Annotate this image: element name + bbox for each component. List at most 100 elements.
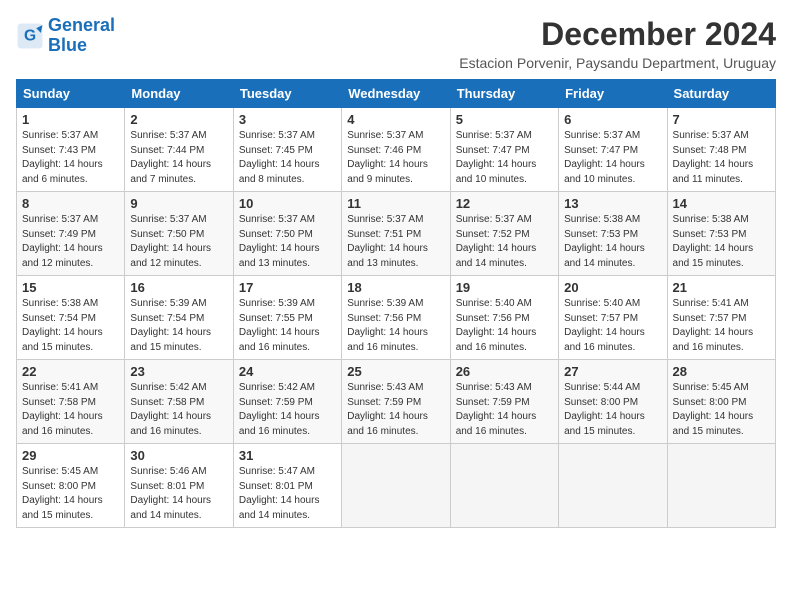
day-number: 7 bbox=[673, 112, 770, 127]
day-info: Sunrise: 5:37 AMSunset: 7:47 PMDaylight:… bbox=[456, 129, 553, 187]
day-number: 28 bbox=[673, 364, 770, 379]
day-info: Sunrise: 5:37 AMSunset: 7:50 PMDaylight:… bbox=[239, 213, 336, 271]
day-number: 26 bbox=[456, 364, 553, 379]
day-info: Sunrise: 5:40 AMSunset: 7:56 PMDaylight:… bbox=[456, 297, 553, 355]
calendar-week-row: 15 Sunrise: 5:38 AMSunset: 7:54 PMDayligh… bbox=[17, 276, 776, 360]
calendar-week-row: 1 Sunrise: 5:37 AMSunset: 7:43 PMDaylight… bbox=[17, 108, 776, 192]
day-number: 19 bbox=[456, 280, 553, 295]
calendar-cell: 8Sunrise: 5:37 AMSunset: 7:49 PMDaylight… bbox=[17, 192, 125, 276]
calendar-cell: 28 Sunrise: 5:45 AMSunset: 8:00 PMDayligh… bbox=[667, 360, 775, 444]
calendar-cell: 12 Sunrise: 5:37 AMSunset: 7:52 PMDayligh… bbox=[450, 192, 558, 276]
day-info: Sunrise: 5:46 AMSunset: 8:01 PMDaylight:… bbox=[130, 465, 227, 523]
day-info: Sunrise: 5:38 AMSunset: 7:53 PMDaylight:… bbox=[673, 213, 770, 271]
day-number: 8 bbox=[22, 196, 119, 211]
day-info: Sunrise: 5:45 AMSunset: 8:00 PMDaylight:… bbox=[22, 465, 119, 523]
day-info: Sunrise: 5:37 AMSunset: 7:44 PMDaylight:… bbox=[130, 129, 227, 187]
calendar-cell: 10 Sunrise: 5:37 AMSunset: 7:50 PMDayligh… bbox=[233, 192, 341, 276]
day-number: 21 bbox=[673, 280, 770, 295]
location-title: Estacion Porvenir, Paysandu Department, … bbox=[459, 55, 776, 71]
day-info: Sunrise: 5:43 AMSunset: 7:59 PMDaylight:… bbox=[456, 381, 553, 439]
calendar-cell: 11Sunrise: 5:37 AMSunset: 7:51 PMDayligh… bbox=[342, 192, 450, 276]
weekday-header-sunday: Sunday bbox=[17, 80, 125, 108]
day-number: 22 bbox=[22, 364, 119, 379]
calendar-cell: 4 Sunrise: 5:37 AMSunset: 7:46 PMDaylight… bbox=[342, 108, 450, 192]
calendar-cell: 16Sunrise: 5:39 AMSunset: 7:54 PMDayligh… bbox=[125, 276, 233, 360]
calendar-cell: 20Sunrise: 5:40 AMSunset: 7:57 PMDayligh… bbox=[559, 276, 667, 360]
calendar-week-row: 22Sunrise: 5:41 AMSunset: 7:58 PMDayligh… bbox=[17, 360, 776, 444]
calendar-table: SundayMondayTuesdayWednesdayThursdayFrid… bbox=[16, 79, 776, 528]
weekday-header-thursday: Thursday bbox=[450, 80, 558, 108]
day-number: 18 bbox=[347, 280, 444, 295]
weekday-header-friday: Friday bbox=[559, 80, 667, 108]
day-number: 10 bbox=[239, 196, 336, 211]
calendar-cell bbox=[450, 444, 558, 528]
logo-line2: Blue bbox=[48, 35, 87, 55]
calendar-cell: 6Sunrise: 5:37 AMSunset: 7:47 PMDaylight… bbox=[559, 108, 667, 192]
day-info: Sunrise: 5:39 AMSunset: 7:54 PMDaylight:… bbox=[130, 297, 227, 355]
calendar-cell: 7 Sunrise: 5:37 AMSunset: 7:48 PMDaylight… bbox=[667, 108, 775, 192]
calendar-cell: 30Sunrise: 5:46 AMSunset: 8:01 PMDayligh… bbox=[125, 444, 233, 528]
day-number: 9 bbox=[130, 196, 227, 211]
day-number: 12 bbox=[456, 196, 553, 211]
calendar-cell: 29 Sunrise: 5:45 AMSunset: 8:00 PMDayligh… bbox=[17, 444, 125, 528]
day-info: Sunrise: 5:44 AMSunset: 8:00 PMDaylight:… bbox=[564, 381, 661, 439]
logo-line1: General bbox=[48, 15, 115, 35]
day-number: 13 bbox=[564, 196, 661, 211]
calendar-cell: 31Sunrise: 5:47 AMSunset: 8:01 PMDayligh… bbox=[233, 444, 341, 528]
calendar-cell: 18 Sunrise: 5:39 AMSunset: 7:56 PMDayligh… bbox=[342, 276, 450, 360]
month-title: December 2024 bbox=[459, 16, 776, 53]
day-number: 17 bbox=[239, 280, 336, 295]
day-info: Sunrise: 5:45 AMSunset: 8:00 PMDaylight:… bbox=[673, 381, 770, 439]
day-number: 5 bbox=[456, 112, 553, 127]
day-number: 20 bbox=[564, 280, 661, 295]
day-number: 3 bbox=[239, 112, 336, 127]
day-info: Sunrise: 5:41 AMSunset: 7:57 PMDaylight:… bbox=[673, 297, 770, 355]
day-info: Sunrise: 5:43 AMSunset: 7:59 PMDaylight:… bbox=[347, 381, 444, 439]
day-info: Sunrise: 5:38 AMSunset: 7:53 PMDaylight:… bbox=[564, 213, 661, 271]
day-info: Sunrise: 5:37 AMSunset: 7:45 PMDaylight:… bbox=[239, 129, 336, 187]
calendar-cell: 19 Sunrise: 5:40 AMSunset: 7:56 PMDayligh… bbox=[450, 276, 558, 360]
logo: G General Blue bbox=[16, 16, 115, 56]
calendar-cell: 27 Sunrise: 5:44 AMSunset: 8:00 PMDayligh… bbox=[559, 360, 667, 444]
day-info: Sunrise: 5:37 AMSunset: 7:46 PMDaylight:… bbox=[347, 129, 444, 187]
weekday-header-saturday: Saturday bbox=[667, 80, 775, 108]
day-info: Sunrise: 5:38 AMSunset: 7:54 PMDaylight:… bbox=[22, 297, 119, 355]
day-number: 24 bbox=[239, 364, 336, 379]
day-number: 2 bbox=[130, 112, 227, 127]
calendar-cell: 1 Sunrise: 5:37 AMSunset: 7:43 PMDaylight… bbox=[17, 108, 125, 192]
day-number: 25 bbox=[347, 364, 444, 379]
day-info: Sunrise: 5:42 AMSunset: 7:59 PMDaylight:… bbox=[239, 381, 336, 439]
calendar-cell: 3 Sunrise: 5:37 AMSunset: 7:45 PMDaylight… bbox=[233, 108, 341, 192]
day-info: Sunrise: 5:37 AMSunset: 7:50 PMDaylight:… bbox=[130, 213, 227, 271]
calendar-cell: 23 Sunrise: 5:42 AMSunset: 7:58 PMDayligh… bbox=[125, 360, 233, 444]
day-info: Sunrise: 5:47 AMSunset: 8:01 PMDaylight:… bbox=[239, 465, 336, 523]
day-info: Sunrise: 5:39 AMSunset: 7:56 PMDaylight:… bbox=[347, 297, 444, 355]
calendar-header-row: SundayMondayTuesdayWednesdayThursdayFrid… bbox=[17, 80, 776, 108]
day-number: 29 bbox=[22, 448, 119, 463]
day-number: 4 bbox=[347, 112, 444, 127]
calendar-cell: 21 Sunrise: 5:41 AMSunset: 7:57 PMDayligh… bbox=[667, 276, 775, 360]
page-header: G General Blue December 2024 Estacion Po… bbox=[16, 16, 776, 71]
calendar-week-row: 29 Sunrise: 5:45 AMSunset: 8:00 PMDayligh… bbox=[17, 444, 776, 528]
day-info: Sunrise: 5:37 AMSunset: 7:52 PMDaylight:… bbox=[456, 213, 553, 271]
calendar-cell: 25 Sunrise: 5:43 AMSunset: 7:59 PMDayligh… bbox=[342, 360, 450, 444]
day-info: Sunrise: 5:42 AMSunset: 7:58 PMDaylight:… bbox=[130, 381, 227, 439]
logo-text: General Blue bbox=[48, 16, 115, 56]
calendar-cell: 9 Sunrise: 5:37 AMSunset: 7:50 PMDaylight… bbox=[125, 192, 233, 276]
day-number: 23 bbox=[130, 364, 227, 379]
calendar-cell: 13 Sunrise: 5:38 AMSunset: 7:53 PMDayligh… bbox=[559, 192, 667, 276]
day-info: Sunrise: 5:39 AMSunset: 7:55 PMDaylight:… bbox=[239, 297, 336, 355]
calendar-cell: 26 Sunrise: 5:43 AMSunset: 7:59 PMDayligh… bbox=[450, 360, 558, 444]
day-info: Sunrise: 5:37 AMSunset: 7:51 PMDaylight:… bbox=[347, 213, 444, 271]
day-number: 1 bbox=[22, 112, 119, 127]
calendar-cell: 17 Sunrise: 5:39 AMSunset: 7:55 PMDayligh… bbox=[233, 276, 341, 360]
day-number: 15 bbox=[22, 280, 119, 295]
day-info: Sunrise: 5:37 AMSunset: 7:43 PMDaylight:… bbox=[22, 129, 119, 187]
weekday-header-wednesday: Wednesday bbox=[342, 80, 450, 108]
day-number: 14 bbox=[673, 196, 770, 211]
calendar-cell: 5 Sunrise: 5:37 AMSunset: 7:47 PMDaylight… bbox=[450, 108, 558, 192]
day-number: 6 bbox=[564, 112, 661, 127]
day-number: 27 bbox=[564, 364, 661, 379]
calendar-cell bbox=[559, 444, 667, 528]
day-info: Sunrise: 5:37 AMSunset: 7:48 PMDaylight:… bbox=[673, 129, 770, 187]
